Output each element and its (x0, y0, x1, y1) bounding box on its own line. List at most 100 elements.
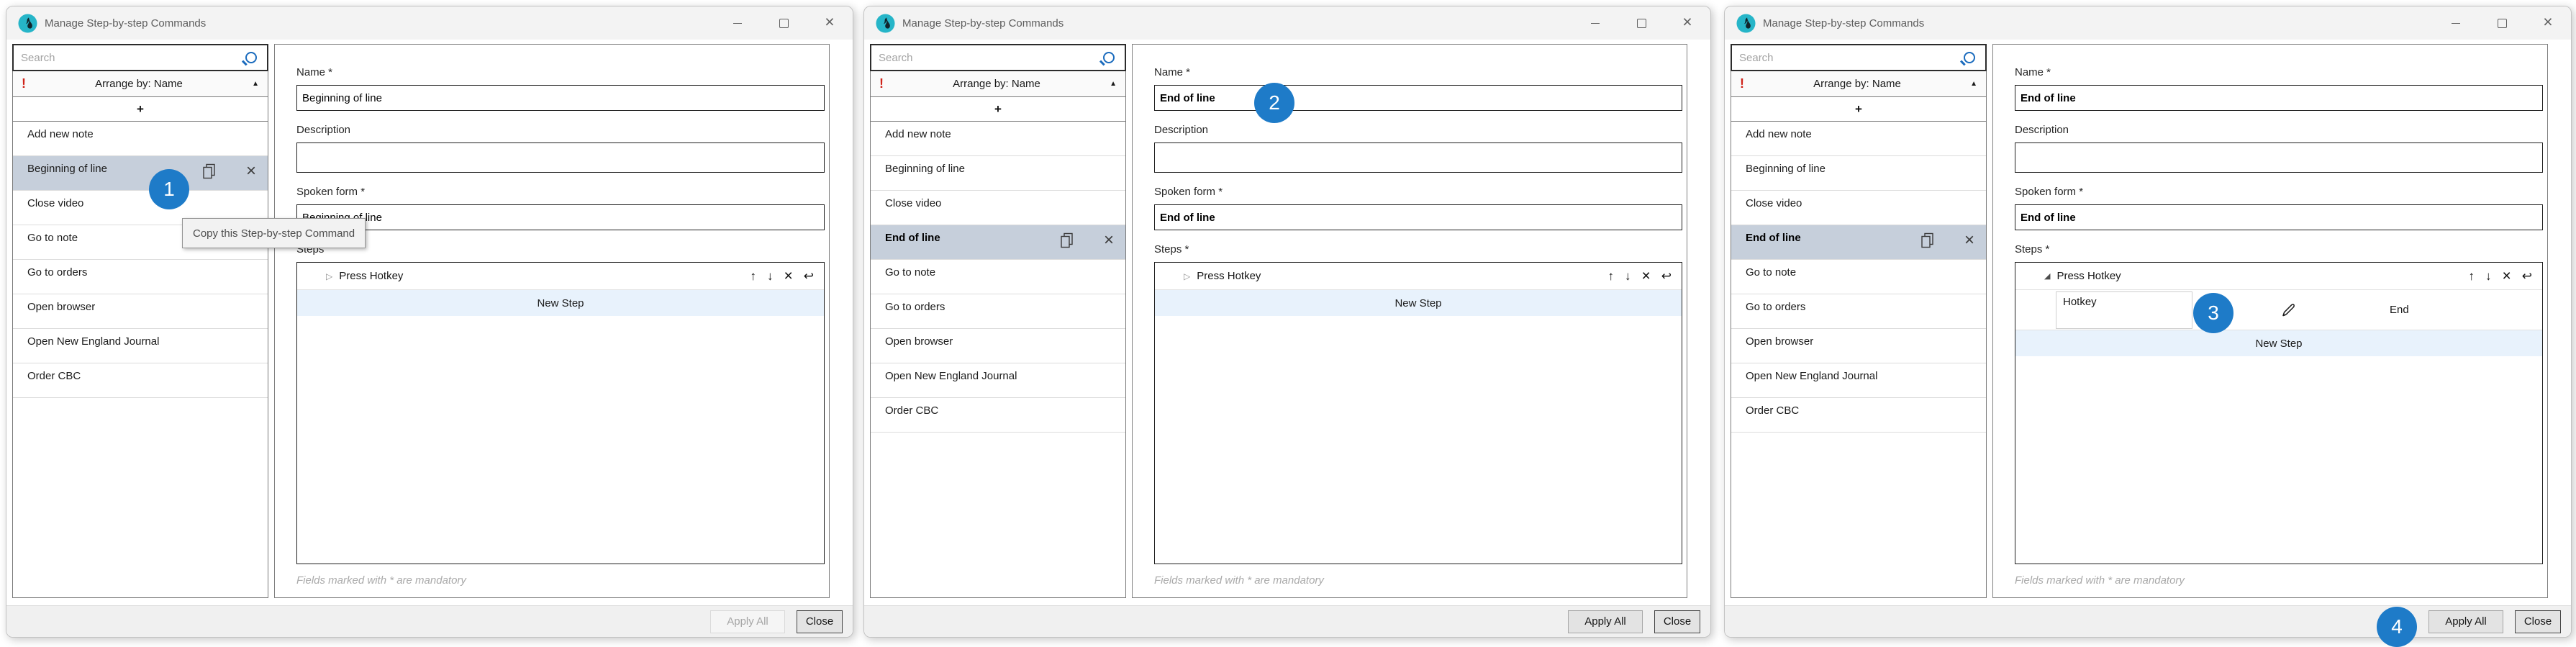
list-item-open-new-england-journal[interactable]: Open New England Journal (1731, 363, 1986, 398)
close-window-button[interactable]: × (1664, 6, 1710, 40)
name-field[interactable]: Beginning of line (296, 85, 825, 111)
new-step-row[interactable]: New Step (2015, 330, 2542, 356)
close-button[interactable]: Close (1654, 610, 1700, 633)
spoken-form-field[interactable]: End of line (1154, 204, 1682, 230)
description-field[interactable] (296, 142, 825, 173)
spoken-form-field[interactable]: Beginning of line (296, 204, 825, 230)
list-item-beginning-of-line[interactable]: Beginning of line (1731, 156, 1986, 191)
move-step-down-button[interactable]: ↓ (767, 270, 774, 282)
arrange-by-header[interactable]: ! Arrange by: Name ▲ (870, 71, 1126, 97)
list-item-go-to-note[interactable]: Go to note (871, 260, 1125, 294)
arrange-by-header[interactable]: ! Arrange by: Name ▲ (12, 71, 268, 97)
window-title: Manage Step-by-step Commands (1763, 17, 1924, 30)
undo-step-button[interactable]: ↩ (1661, 270, 1672, 282)
spoken-form-label: Spoken form * (296, 186, 825, 200)
hotkey-field[interactable]: Hotkey (2056, 291, 2192, 329)
copy-command-button[interactable] (1056, 230, 1078, 251)
minimize-button[interactable] (1572, 6, 1618, 40)
maximize-button[interactable] (761, 6, 807, 40)
delete-step-button[interactable]: × (784, 268, 792, 284)
apply-all-button[interactable]: Apply All (2428, 610, 2503, 633)
delete-step-button[interactable]: × (1641, 268, 1650, 284)
move-step-up-button[interactable]: ↑ (750, 270, 756, 282)
list-item-close-video[interactable]: Close video (1731, 191, 1986, 225)
close-window-button[interactable]: × (807, 6, 853, 40)
list-item-add-new-note[interactable]: Add new note (871, 122, 1125, 156)
list-item-order-cbc[interactable]: Order CBC (1731, 398, 1986, 433)
move-step-up-button[interactable]: ↑ (2468, 270, 2475, 282)
minimize-button[interactable] (715, 6, 761, 40)
apply-all-button[interactable]: Apply All (710, 610, 785, 633)
search-box[interactable] (12, 44, 268, 71)
delete-command-button[interactable]: × (1098, 230, 1120, 251)
expander-expanded-icon[interactable]: ◢ (2044, 271, 2050, 281)
search-box[interactable] (870, 44, 1126, 71)
move-step-down-button[interactable]: ↓ (1625, 270, 1631, 282)
step-toolbar: ↑ ↓ × ↩ (750, 268, 814, 284)
step-row-press-hotkey[interactable]: ▷ Press Hotkey ↑ ↓ × ↩ (297, 263, 824, 290)
delete-command-button[interactable]: × (240, 160, 262, 182)
close-button[interactable]: Close (797, 610, 843, 633)
name-field[interactable]: End of line (1154, 85, 1682, 111)
expander-collapsed-icon[interactable]: ▷ (1184, 271, 1190, 281)
add-command-button[interactable]: + (870, 97, 1126, 122)
list-item-end-of-line[interactable]: End of line × (1731, 225, 1986, 260)
list-item-add-new-note[interactable]: Add new note (1731, 122, 1986, 156)
list-item-add-new-note[interactable]: Add new note (13, 122, 268, 156)
close-window-button[interactable]: × (2525, 6, 2571, 40)
list-item-go-to-orders[interactable]: Go to orders (871, 294, 1125, 329)
list-item-go-to-orders[interactable]: Go to orders (1731, 294, 1986, 329)
titlebar[interactable]: Manage Step-by-step Commands × (6, 6, 853, 40)
description-field[interactable] (2015, 142, 2543, 173)
edit-hotkey-button[interactable] (2277, 301, 2299, 320)
move-step-down-button[interactable]: ↓ (2485, 270, 2492, 282)
list-item-beginning-of-line[interactable]: Beginning of line × (13, 156, 268, 191)
list-item-open-new-england-journal[interactable]: Open New England Journal (13, 329, 268, 363)
arrange-by-header[interactable]: ! Arrange by: Name ▲ (1731, 71, 1987, 97)
list-item-close-video[interactable]: Close video (871, 191, 1125, 225)
list-item-open-new-england-journal[interactable]: Open New England Journal (871, 363, 1125, 398)
copy-command-button[interactable] (1917, 230, 1938, 251)
apply-all-button[interactable]: Apply All (1568, 610, 1643, 633)
list-item-go-to-note[interactable]: Go to note (1731, 260, 1986, 294)
move-step-up-button[interactable]: ↑ (1607, 270, 1614, 282)
spoken-form-field[interactable]: End of line (2015, 204, 2543, 230)
titlebar[interactable]: Manage Step-by-step Commands × (864, 6, 1710, 40)
collapse-icon[interactable]: ▲ (252, 80, 259, 88)
name-field[interactable]: End of line (2015, 85, 2543, 111)
list-item-beginning-of-line[interactable]: Beginning of line (871, 156, 1125, 191)
new-step-row[interactable]: New Step (297, 290, 824, 316)
hotkey-step-detail-row: Hotkey End (2015, 290, 2542, 330)
expander-collapsed-icon[interactable]: ▷ (326, 271, 332, 281)
close-button[interactable]: Close (2515, 610, 2561, 633)
maximize-button[interactable] (1618, 6, 1664, 40)
step-title: Press Hotkey (2056, 270, 2121, 282)
copy-command-button[interactable] (199, 160, 220, 182)
add-command-button[interactable]: + (12, 97, 268, 122)
search-input[interactable] (19, 51, 245, 65)
new-step-row[interactable]: New Step (1155, 290, 1682, 316)
collapse-icon[interactable]: ▲ (1110, 80, 1117, 88)
undo-step-button[interactable]: ↩ (2522, 270, 2532, 282)
add-command-button[interactable]: + (1731, 97, 1987, 122)
list-item-end-of-line[interactable]: End of line × (871, 225, 1125, 260)
step-row-press-hotkey[interactable]: ▷ Press Hotkey ↑ ↓ × ↩ (1155, 263, 1682, 290)
search-box[interactable] (1731, 44, 1987, 71)
minimize-button[interactable] (2433, 6, 2479, 40)
list-item-open-browser[interactable]: Open browser (1731, 329, 1986, 363)
collapse-icon[interactable]: ▲ (1970, 80, 1977, 88)
step-row-press-hotkey[interactable]: ◢ Press Hotkey ↑ ↓ × ↩ (2015, 263, 2542, 290)
search-input[interactable] (877, 51, 1103, 65)
undo-step-button[interactable]: ↩ (804, 270, 814, 282)
maximize-button[interactable] (2479, 6, 2525, 40)
list-item-order-cbc[interactable]: Order CBC (13, 363, 268, 398)
titlebar[interactable]: Manage Step-by-step Commands × (1725, 6, 2571, 40)
delete-step-button[interactable]: × (2502, 268, 2511, 284)
delete-command-button[interactable]: × (1959, 230, 1980, 251)
list-item-go-to-orders[interactable]: Go to orders (13, 260, 268, 294)
list-item-order-cbc[interactable]: Order CBC (871, 398, 1125, 433)
description-field[interactable] (1154, 142, 1682, 173)
search-input[interactable] (1738, 51, 1964, 65)
list-item-open-browser[interactable]: Open browser (871, 329, 1125, 363)
list-item-open-browser[interactable]: Open browser (13, 294, 268, 329)
